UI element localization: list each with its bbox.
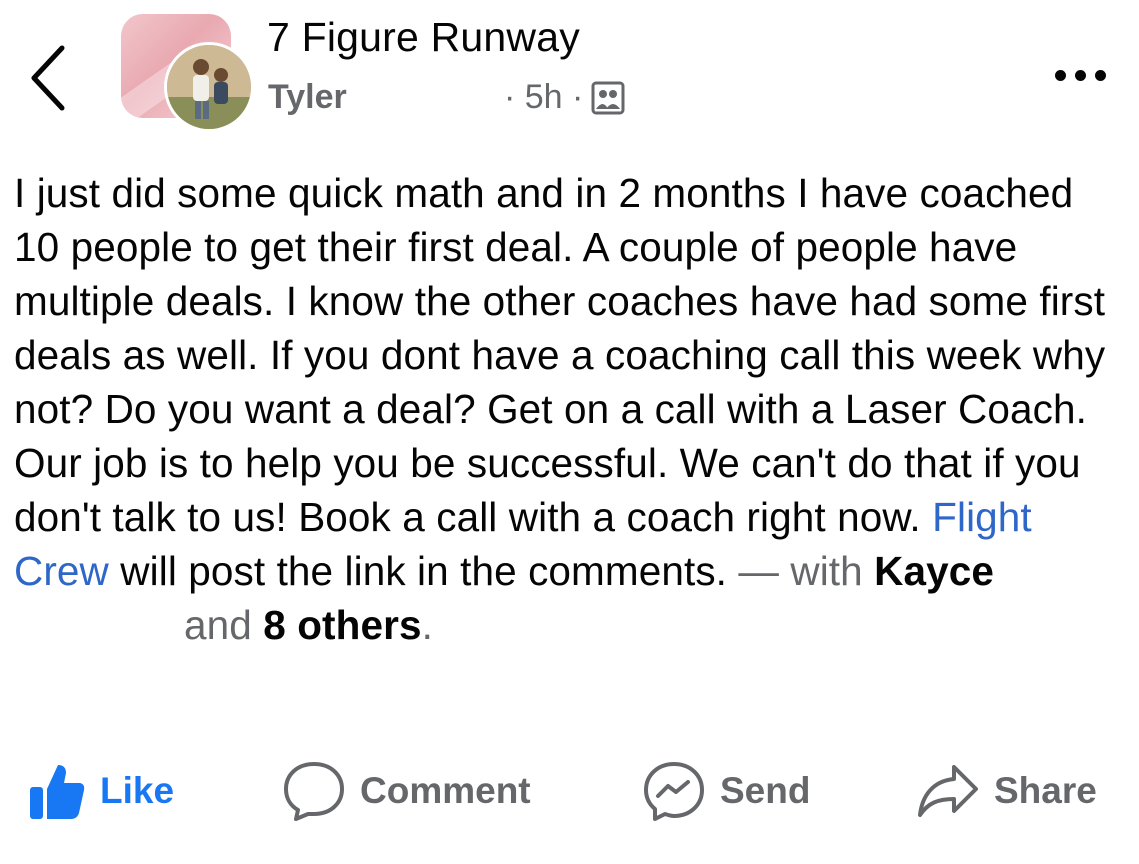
- with-label: — with: [738, 548, 863, 594]
- post-action-bar: Like Comment Send Share: [0, 756, 1139, 826]
- post-text: I just did some quick math and in 2 mont…: [14, 166, 1129, 652]
- comment-button[interactable]: Comment: [282, 756, 531, 826]
- period: .: [421, 602, 433, 648]
- and-label: and: [184, 602, 252, 648]
- share-label: Share: [994, 770, 1097, 811]
- comment-icon: [284, 762, 344, 821]
- thumbs-up-icon: [30, 765, 85, 819]
- messenger-icon: [644, 762, 704, 821]
- share-icon: [918, 765, 978, 817]
- like-button[interactable]: Like: [28, 756, 174, 826]
- tagged-person[interactable]: Kayce: [874, 548, 994, 594]
- back-button[interactable]: [26, 42, 74, 114]
- tagged-others[interactable]: 8 others: [263, 602, 421, 648]
- comment-label: Comment: [360, 770, 531, 811]
- send-button[interactable]: Send: [642, 756, 810, 826]
- chevron-left-icon: [31, 45, 65, 111]
- like-label: Like: [100, 770, 175, 811]
- post-time: · 5h ·: [504, 78, 584, 116]
- send-label: Send: [720, 770, 811, 811]
- group-name[interactable]: 7 Figure Runway: [267, 14, 580, 61]
- author-name[interactable]: Tyler: [268, 78, 347, 117]
- user-avatar[interactable]: [164, 42, 254, 132]
- more-options-button[interactable]: [1055, 60, 1115, 90]
- post-time-meta[interactable]: · 5h ·: [504, 78, 625, 117]
- more-dot: [1055, 69, 1066, 81]
- more-dot: [1075, 69, 1086, 81]
- share-button[interactable]: Share: [916, 756, 1097, 826]
- group-audience-icon: [591, 81, 625, 114]
- post-text-after-mention: will post the link in the comments.: [120, 548, 728, 594]
- post-text-main: I just did some quick math and in 2 mont…: [14, 170, 1106, 540]
- more-dot: [1095, 69, 1106, 81]
